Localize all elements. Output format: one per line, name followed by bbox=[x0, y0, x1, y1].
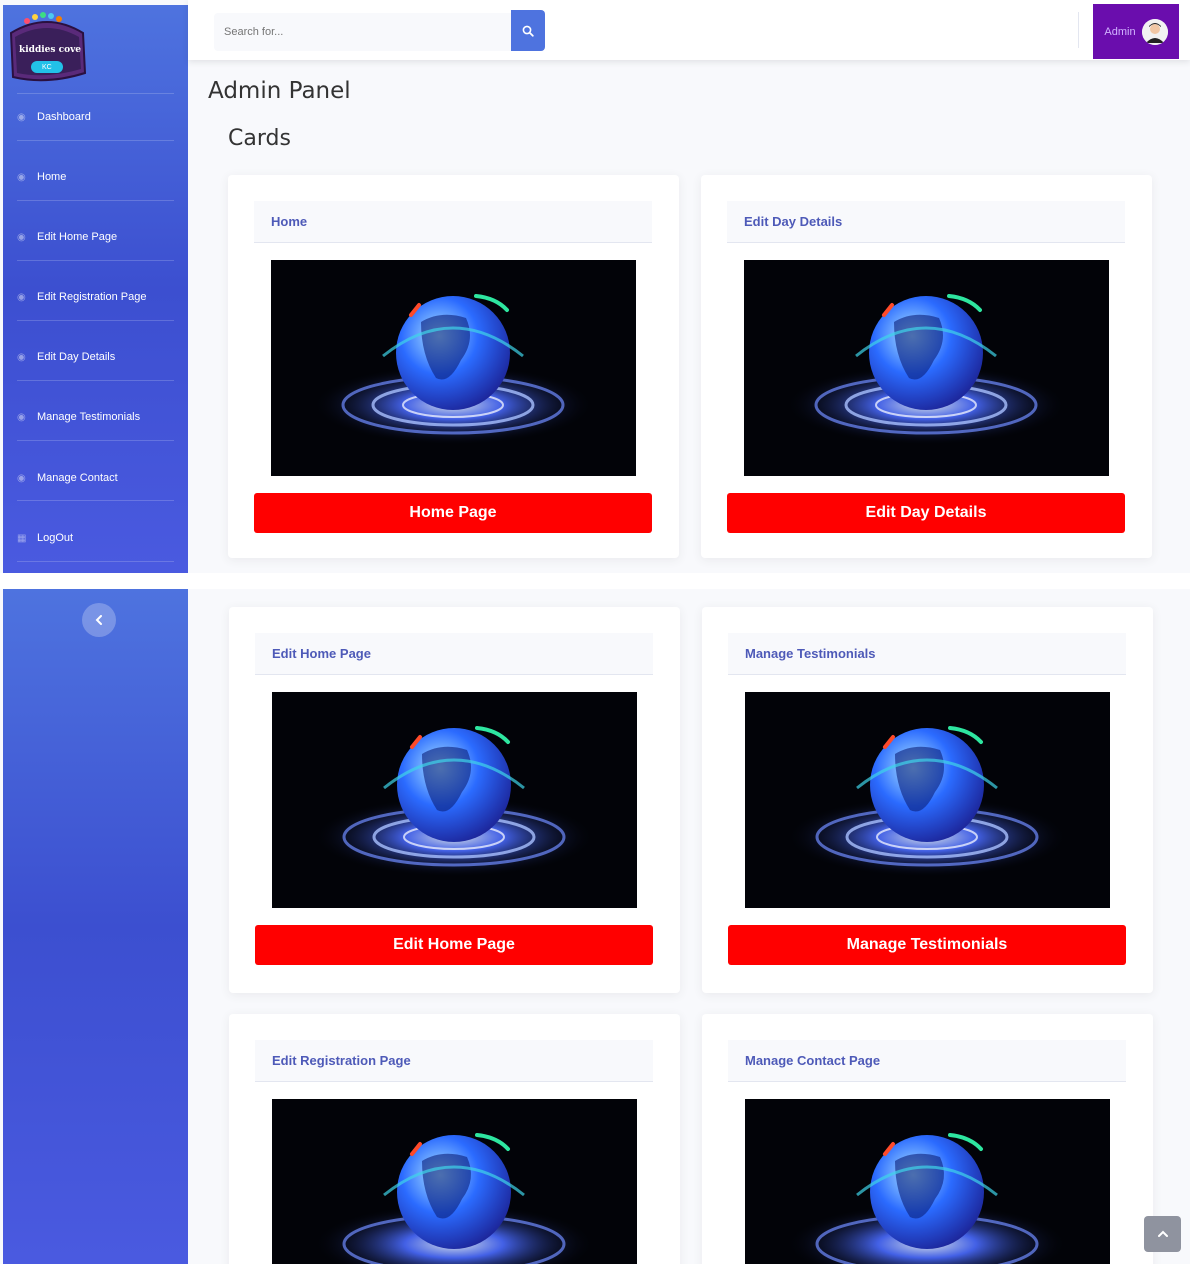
card-header: Manage Testimonials bbox=[728, 633, 1126, 675]
dashboard-icon: ◉ bbox=[17, 351, 26, 363]
card-home: Home Home Page bbox=[228, 175, 679, 558]
user-menu[interactable]: Admin bbox=[1093, 4, 1179, 59]
globe-image bbox=[744, 260, 1109, 476]
sidebar-item-edit-day-details[interactable]: ◉ Edit Day Details bbox=[17, 342, 178, 372]
globe-image bbox=[271, 260, 636, 476]
card-header: Home bbox=[254, 201, 652, 243]
sidebar-item-manage-testimonials[interactable]: ◉ Manage Testimonials bbox=[17, 402, 178, 432]
card-manage-contact-page: Manage Contact Page bbox=[702, 1014, 1153, 1264]
nav-divider bbox=[17, 140, 174, 141]
chevron-up-icon bbox=[1157, 1230, 1168, 1237]
sidebar-item-label: Home bbox=[37, 171, 67, 183]
dashboard-icon: ◉ bbox=[17, 411, 26, 423]
logo-text: kiddies cove bbox=[19, 45, 82, 55]
topbar: Admin bbox=[188, 0, 1190, 60]
top-screenshot-panel: kiddies cove KC ◉ Dashboard ◉ Home ◉ Edi… bbox=[0, 0, 1190, 573]
bottom-screenshot-panel: Edit Home Page Edit Home Page Manage Tes… bbox=[0, 589, 1190, 1264]
sidebar-item-dashboard[interactable]: ◉ Dashboard bbox=[17, 102, 178, 132]
brand-logo[interactable]: kiddies cove KC bbox=[7, 11, 87, 83]
sidebar-item-edit-registration-page[interactable]: ◉ Edit Registration Page bbox=[17, 282, 178, 312]
sidebar-item-edit-home-page[interactable]: ◉ Edit Home Page bbox=[17, 222, 178, 252]
manage-testimonials-button[interactable]: Manage Testimonials bbox=[728, 925, 1126, 965]
sidebar-item-manage-contact[interactable]: ◉ Manage Contact bbox=[17, 463, 178, 493]
card-header: Edit Day Details bbox=[727, 201, 1125, 243]
dashboard-icon: ◉ bbox=[17, 291, 26, 303]
dashboard-icon: ◉ bbox=[17, 472, 26, 484]
sidebar: kiddies cove KC ◉ Dashboard ◉ Home ◉ Edi… bbox=[3, 5, 188, 573]
topbar-divider bbox=[1078, 12, 1079, 48]
card-header: Edit Registration Page bbox=[255, 1040, 653, 1082]
nav-divider bbox=[17, 561, 174, 562]
sidebar-toggle-button[interactable] bbox=[82, 603, 116, 637]
sidebar-item-label: Dashboard bbox=[37, 111, 91, 123]
user-avatar bbox=[1141, 18, 1168, 45]
globe-image bbox=[745, 692, 1110, 908]
nav-divider bbox=[17, 500, 174, 501]
nav-divider bbox=[17, 200, 174, 201]
page-title: Admin Panel bbox=[208, 78, 351, 104]
sidebar-item-home[interactable]: ◉ Home bbox=[17, 162, 178, 192]
nav-divider bbox=[17, 380, 174, 381]
search-input[interactable] bbox=[214, 13, 511, 51]
card-edit-home-page: Edit Home Page Edit Home Page bbox=[229, 607, 680, 993]
sidebar-item-label: Edit Home Page bbox=[37, 231, 118, 243]
sidebar-item-label: Manage Testimonials bbox=[37, 411, 141, 423]
dashboard-icon: ◉ bbox=[17, 231, 26, 243]
nav-divider bbox=[17, 93, 174, 94]
home-page-button[interactable]: Home Page bbox=[254, 493, 652, 533]
sidebar-item-logout[interactable]: ▦ LogOut bbox=[17, 523, 178, 553]
sidebar-item-label: Edit Registration Page bbox=[37, 291, 147, 303]
sidebar-item-label: Manage Contact bbox=[37, 472, 118, 484]
card-edit-registration-page: Edit Registration Page bbox=[229, 1014, 680, 1264]
section-title: Cards bbox=[228, 126, 291, 151]
nav-divider bbox=[17, 440, 174, 441]
card-manage-testimonials: Manage Testimonials Manage Testimonials bbox=[702, 607, 1153, 993]
edit-day-details-button[interactable]: Edit Day Details bbox=[727, 493, 1125, 533]
nav-divider bbox=[17, 320, 174, 321]
globe-image bbox=[745, 1099, 1110, 1264]
sidebar-item-label: LogOut bbox=[37, 532, 74, 544]
logo-sub: KC bbox=[42, 64, 52, 71]
scroll-to-top-button[interactable] bbox=[1144, 1216, 1181, 1252]
search-button[interactable] bbox=[511, 10, 545, 51]
sidebar-item-label: Edit Day Details bbox=[37, 351, 116, 363]
dashboard-icon: ◉ bbox=[17, 111, 26, 123]
user-name: Admin bbox=[1104, 25, 1136, 38]
card-header: Manage Contact Page bbox=[728, 1040, 1126, 1082]
globe-image bbox=[272, 1099, 637, 1264]
dashboard-icon: ◉ bbox=[17, 171, 26, 183]
card-header: Edit Home Page bbox=[255, 633, 653, 675]
card-edit-day-details: Edit Day Details Edit Day Details bbox=[701, 175, 1152, 558]
sidebar bbox=[3, 589, 188, 1264]
table-icon: ▦ bbox=[17, 532, 27, 544]
globe-image bbox=[272, 692, 637, 908]
edit-home-page-button[interactable]: Edit Home Page bbox=[255, 925, 653, 965]
search-icon bbox=[522, 25, 534, 37]
chevron-left-icon bbox=[95, 615, 102, 625]
nav-divider bbox=[17, 260, 174, 261]
